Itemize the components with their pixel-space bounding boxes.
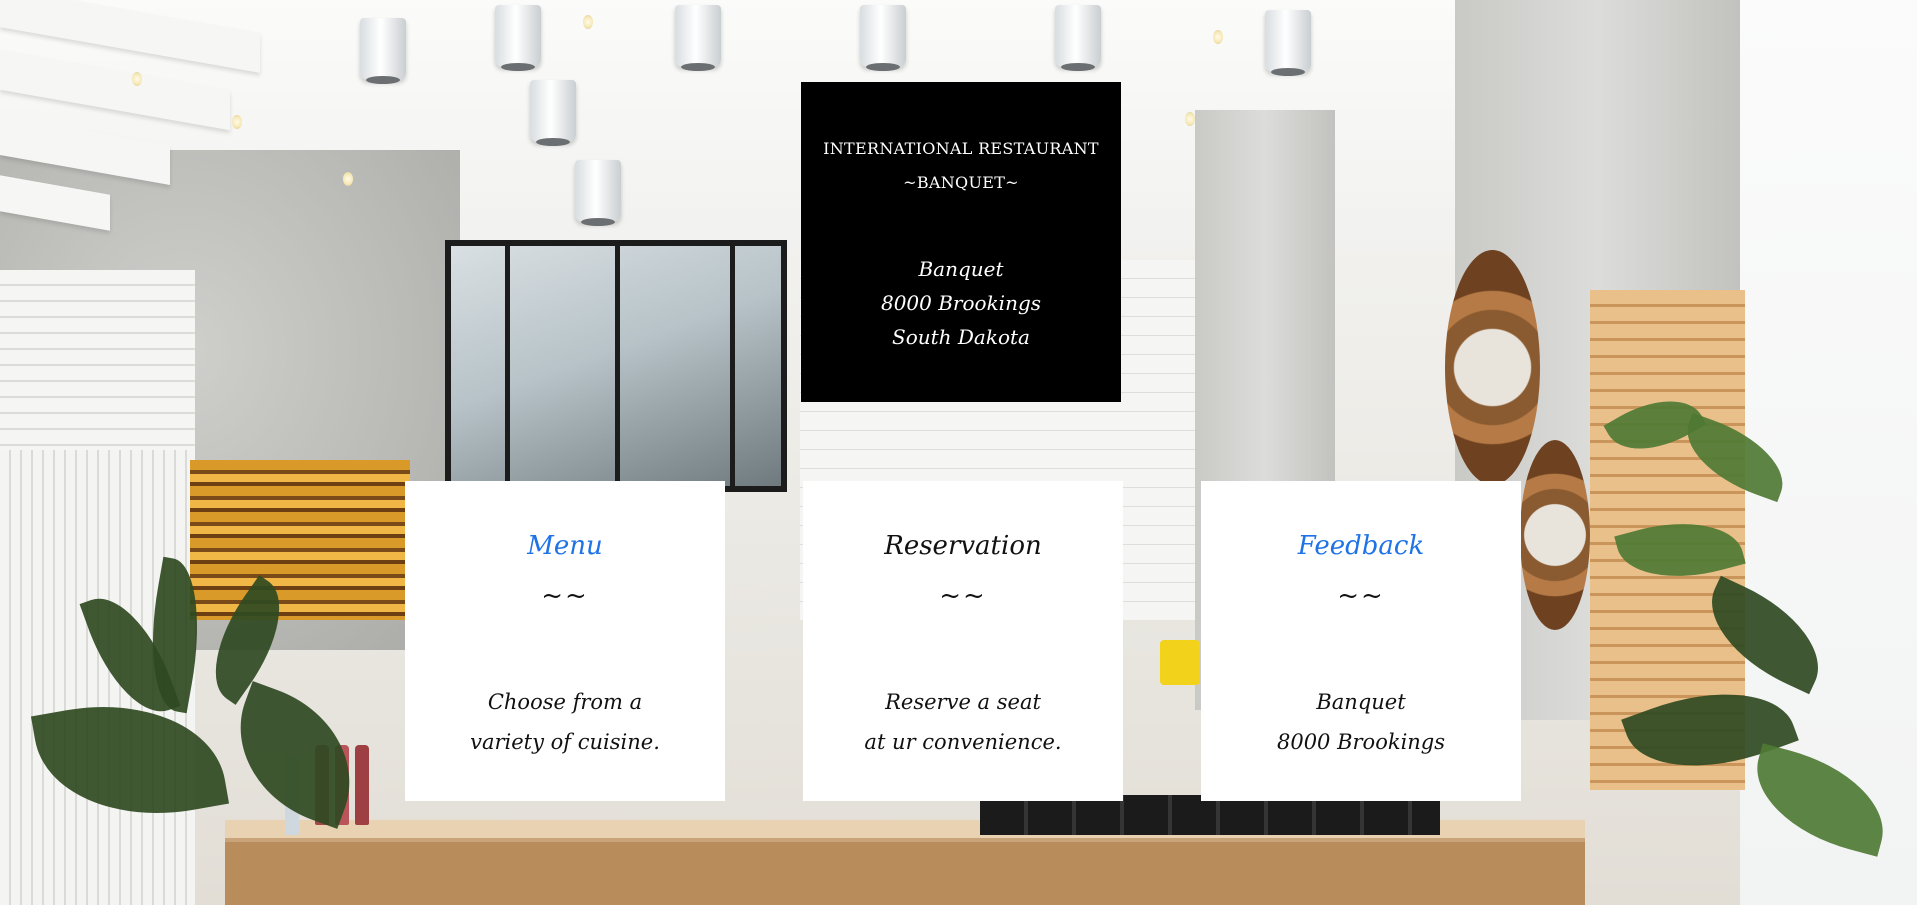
coffee-bags bbox=[980, 795, 1440, 835]
restaurant-info-panel: INTERNATIONAL RESTAURANT ~BANQUET~ Banqu… bbox=[801, 82, 1121, 402]
pendant-lamp bbox=[530, 80, 576, 146]
feedback-card: Feedback ~~ Banquet 8000 Brookings bbox=[1201, 481, 1521, 801]
card-text-line: at ur convenience. bbox=[864, 730, 1062, 754]
reservation-card: Reservation ~~ Reserve a seat at ur conv… bbox=[803, 481, 1123, 801]
bulb bbox=[232, 115, 242, 129]
pendant-lamp bbox=[495, 5, 541, 71]
bulb bbox=[583, 15, 593, 29]
address-line: Banquet bbox=[918, 257, 1004, 281]
card-text-line: Reserve a seat bbox=[885, 690, 1041, 714]
card-description: Reserve a seat at ur convenience. bbox=[803, 682, 1123, 762]
card-divider: ~~ bbox=[939, 581, 987, 611]
reservation-title: Reservation bbox=[884, 531, 1042, 561]
bulb bbox=[343, 172, 353, 186]
card-divider: ~~ bbox=[1337, 581, 1385, 611]
slat-wall-top bbox=[0, 270, 195, 450]
pendant-lamp bbox=[860, 5, 906, 71]
pendant-lamp bbox=[1265, 10, 1311, 76]
restaurant-name: INTERNATIONAL RESTAURANT bbox=[823, 139, 1099, 158]
card-description: Banquet 8000 Brookings bbox=[1201, 682, 1521, 762]
sunburst-mirror bbox=[1445, 250, 1540, 485]
menu-link[interactable]: Menu bbox=[405, 531, 725, 562]
card-text-line: Banquet bbox=[1316, 690, 1406, 714]
glass-frame bbox=[730, 240, 735, 490]
card-description: Choose from a variety of cuisine. bbox=[405, 682, 725, 762]
card-text-line: 8000 Brookings bbox=[1276, 730, 1446, 754]
feedback-link[interactable]: Feedback bbox=[1201, 531, 1521, 562]
address-line: South Dakota bbox=[892, 325, 1030, 349]
bulb bbox=[1213, 30, 1223, 44]
bottle bbox=[355, 745, 369, 825]
pendant-lamp bbox=[675, 5, 721, 71]
pendant-lamp bbox=[360, 18, 406, 84]
pendant-lamp bbox=[1055, 5, 1101, 71]
card-text-line: variety of cuisine. bbox=[470, 730, 660, 754]
glass-frame bbox=[615, 240, 620, 490]
pendant-lamp bbox=[575, 160, 621, 226]
restaurant-title: INTERNATIONAL RESTAURANT ~BANQUET~ bbox=[801, 132, 1121, 200]
yellow-object bbox=[1160, 640, 1200, 685]
restaurant-subtitle: ~BANQUET~ bbox=[903, 173, 1019, 192]
address-line: 8000 Brookings bbox=[880, 291, 1042, 315]
wood-shelf bbox=[190, 460, 410, 620]
plant-leaf bbox=[215, 681, 375, 829]
card-text-line: Choose from a bbox=[487, 690, 643, 714]
sunburst-mirror bbox=[1520, 440, 1590, 630]
glass-frame bbox=[505, 240, 510, 490]
restaurant-address: Banquet 8000 Brookings South Dakota bbox=[801, 252, 1121, 354]
card-divider: ~~ bbox=[541, 581, 589, 611]
bulb bbox=[132, 72, 142, 86]
bulb bbox=[1185, 112, 1195, 126]
menu-card: Menu ~~ Choose from a variety of cuisine… bbox=[405, 481, 725, 801]
